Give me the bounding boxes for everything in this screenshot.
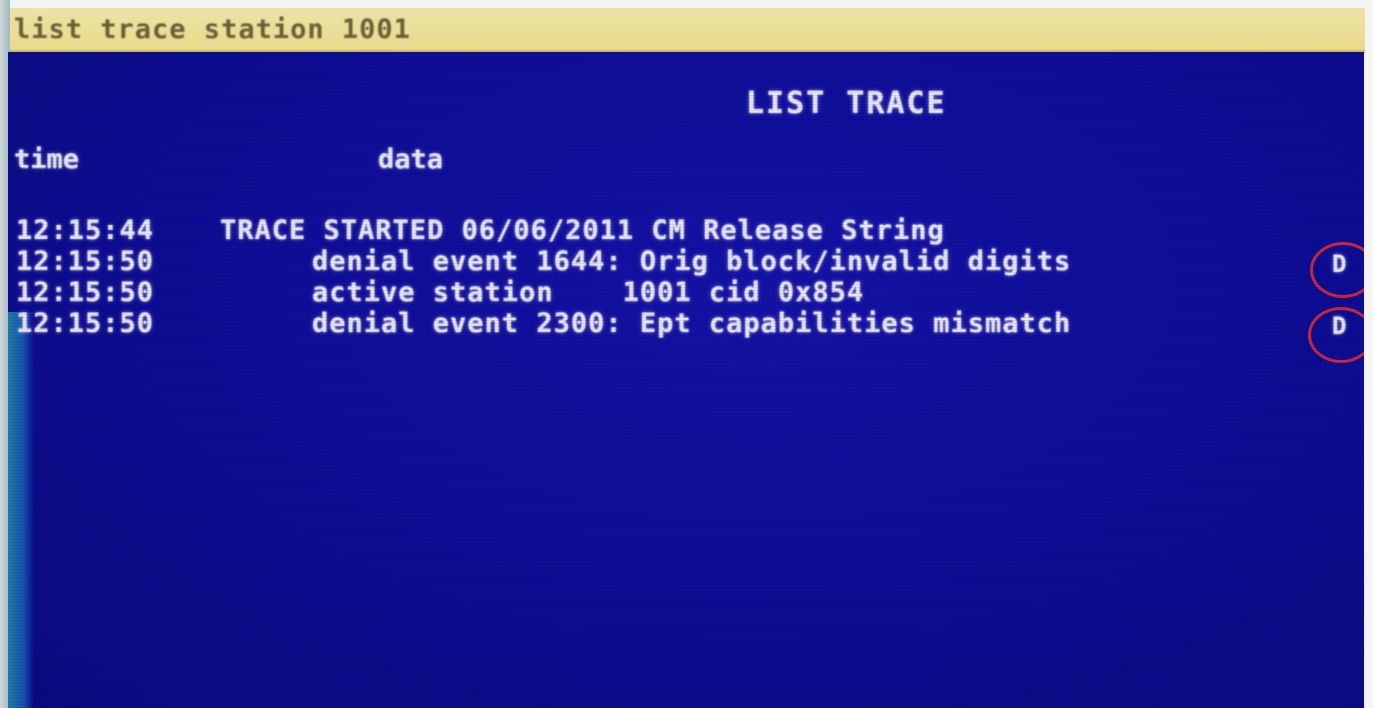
- trace-row-time: 12:15:50: [16, 277, 155, 308]
- trace-row-time: 12:15:50: [16, 246, 155, 277]
- highlight-circle-marker: [1310, 242, 1364, 298]
- command-line-bar[interactable]: list trace station 1001: [10, 8, 1365, 53]
- trace-row-time: 12:15:50: [16, 308, 155, 339]
- trace-row-data: TRACE STARTED 06/06/2011 CM Release Stri…: [220, 215, 945, 246]
- highlight-circle-marker: [1308, 307, 1364, 363]
- trace-row-data: denial event 1644: Orig block/invalid di…: [312, 246, 1072, 277]
- screen-glare: [8, 312, 34, 708]
- monitor-photo: list trace station 1001 LIST TRACE time …: [0, 0, 1373, 708]
- column-header-data: data: [378, 144, 444, 175]
- terminal-screen: LIST TRACE time data 12:15:44 TRACE STAR…: [8, 52, 1364, 708]
- command-input[interactable]: list trace station 1001: [14, 14, 411, 45]
- page-title: LIST TRACE: [746, 86, 947, 121]
- trace-row-data: denial event 2300: Ept capabilities mism…: [312, 308, 1072, 339]
- trace-row-data: active station 1001 cid 0x854: [312, 277, 865, 308]
- trace-row-time: 12:15:44: [16, 215, 155, 246]
- monitor-bezel-right: [1365, 0, 1373, 708]
- column-header-time: time: [14, 144, 80, 175]
